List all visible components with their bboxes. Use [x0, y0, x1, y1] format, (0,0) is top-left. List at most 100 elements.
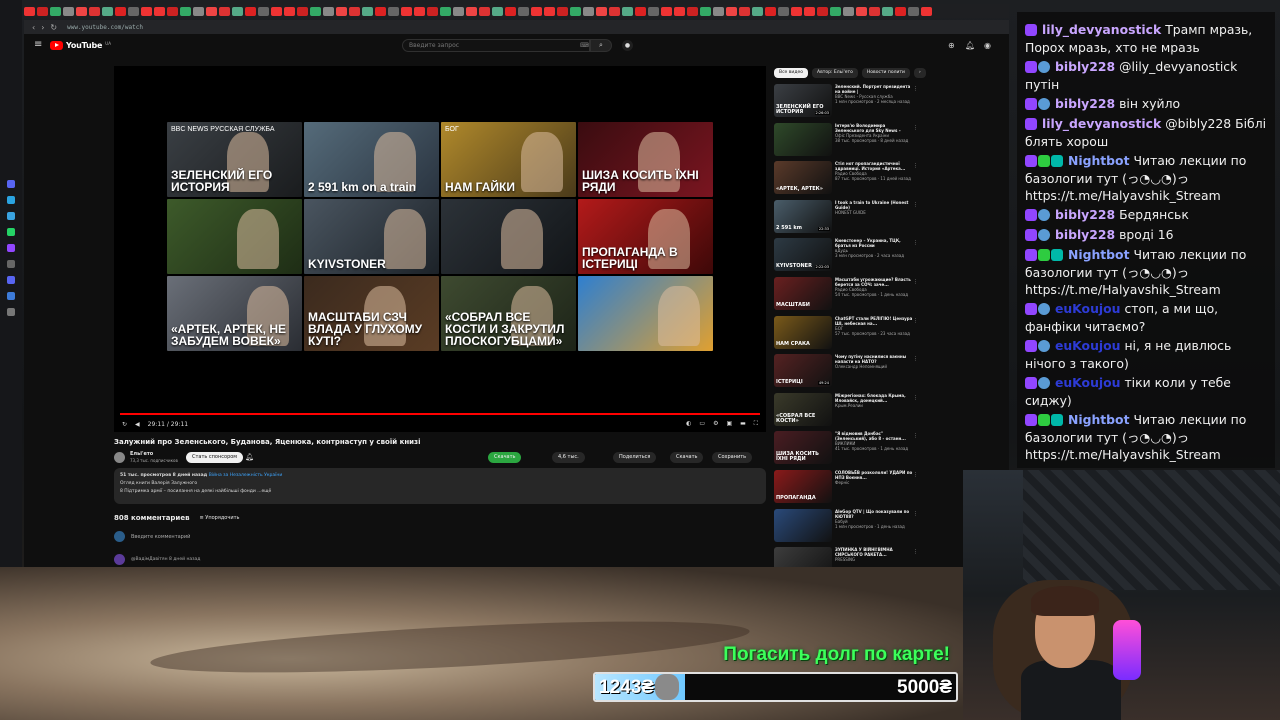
recommendation-item[interactable]: «СОБРАЛ ВСЕ КОСТИ» Міжрегіонах: блокада К…	[774, 392, 918, 432]
youtube-logo[interactable]: YouTube UA	[50, 41, 111, 50]
browser-tab[interactable]	[349, 6, 360, 16]
more-options-icon[interactable]: ⋮	[913, 279, 918, 285]
browser-tab[interactable]	[284, 6, 295, 16]
chat-username[interactable]: lily_devyanostick	[1042, 116, 1161, 131]
browser-tab[interactable]	[323, 6, 334, 16]
browser-tab[interactable]	[531, 6, 542, 16]
filter-chip[interactable]: Все видео	[774, 68, 808, 78]
download-button[interactable]: Скачать	[488, 452, 522, 463]
recommendation-title[interactable]: Киевстонер – Украина, ТЦК, братья из Рос…	[835, 238, 913, 248]
chat-username[interactable]: euKoujou	[1055, 375, 1121, 390]
browser-tab[interactable]	[245, 6, 256, 16]
chat-username[interactable]: euKoujou	[1055, 301, 1121, 316]
recommendation-thumbnail[interactable]: ІСТЕРИЦІ 49:24	[774, 354, 832, 388]
description-box[interactable]: 51 тыс. просмотров 8 дней назад Війна за…	[114, 468, 766, 504]
recommendation-item[interactable]: AleGop QTV | Що показували по КЮТ88? Бабу…	[774, 508, 918, 548]
browser-tab[interactable]	[167, 6, 178, 16]
browser-tab[interactable]	[752, 6, 763, 16]
recommendation-item[interactable]: ПРОПАГАНДА СОЛОВЬЁВ розкололи! УДАРИ по Н…	[774, 469, 918, 509]
download-video-button[interactable]: Скачать	[670, 452, 704, 463]
recommendation-item[interactable]: ЗЕЛЕНСКИЙ ЕГО ИСТОРИЯ 2:26:03 Зеленский. П…	[774, 84, 918, 123]
volume-icon[interactable]: ◀	[135, 421, 140, 428]
browser-tab[interactable]	[102, 6, 113, 16]
recommendation-title[interactable]: ЗУПИНКА У ВІЙНІ!ВІМНА СИРСЬКОГО РАКЕТА..…	[835, 547, 913, 557]
recommendation-item[interactable]: МАСШТАБИ Масштаби угрожающие? Власть бере…	[774, 276, 918, 316]
subscribe-bell-icon[interactable]: 🔔︎	[245, 453, 254, 461]
chat-username[interactable]: bibly228	[1055, 96, 1115, 111]
telegram-icon[interactable]	[7, 196, 15, 204]
browser-tab[interactable]	[154, 6, 165, 16]
voice-search-icon[interactable]: ●	[622, 40, 633, 51]
subtitles-icon[interactable]: ▭	[699, 420, 705, 428]
recommendation-item[interactable]: НАМ СРАКА ChatGPT стали РЕЛІГІЮ! Цензура …	[774, 315, 918, 355]
browser-tab[interactable]	[882, 6, 893, 16]
address-bar[interactable]: ‹ › ↻ www.youtube.com/watch	[24, 20, 1009, 34]
browser-tab[interactable]	[50, 6, 61, 16]
hamburger-menu-icon[interactable]: ≡	[34, 40, 44, 50]
browser-tab[interactable]	[76, 6, 87, 16]
share-button[interactable]: Поделиться	[613, 452, 657, 463]
browser-tab[interactable]	[739, 6, 750, 16]
miniplayer-icon[interactable]: ▣	[726, 420, 732, 428]
recommendation-item[interactable]: ІСТЕРИЦІ 49:24 Чому путіну наснилися ваєнн…	[774, 354, 918, 393]
recommendation-item[interactable]: ШИЗА КОСИТЬ ЇХНІ РЯДИ "Я відмовив Донбас"…	[774, 431, 918, 470]
chat-username[interactable]: bibly228	[1055, 227, 1115, 242]
browser-tab[interactable]	[89, 6, 100, 16]
more-options-icon[interactable]: ⋮	[913, 472, 918, 478]
more-options-icon[interactable]: ⋮	[913, 240, 918, 246]
recommendation-item[interactable]: KYIVSTONER 2:22:03 Киевстонер – Украина, Т…	[774, 238, 918, 277]
browser-tab[interactable]	[453, 6, 464, 16]
autoplay-toggle[interactable]: ◐	[686, 420, 691, 428]
channel-name[interactable]: Ельі'ето	[130, 451, 153, 457]
more-options-icon[interactable]: ⋮	[913, 511, 918, 517]
theater-icon[interactable]: ▬	[740, 420, 746, 428]
recommendation-title[interactable]: СОЛОВЬЁВ розкололи! УДАРИ по НПЗ Воєння.…	[835, 470, 913, 480]
more-options-icon[interactable]: ⋮	[913, 86, 918, 92]
more-options-icon[interactable]: ⋮	[913, 395, 918, 401]
recommendation-thumbnail[interactable]	[774, 122, 832, 156]
browser-tab[interactable]	[193, 6, 204, 16]
browser-tab[interactable]	[648, 6, 659, 16]
browser-tab[interactable]	[24, 6, 35, 16]
channel-avatar[interactable]	[114, 452, 125, 463]
browser-tab[interactable]	[843, 6, 854, 16]
more-options-icon[interactable]: ⋮	[913, 318, 918, 324]
browser-tab[interactable]	[219, 6, 230, 16]
browser-tab[interactable]	[557, 6, 568, 16]
x-icon[interactable]	[7, 260, 15, 268]
forward-icon[interactable]: ›	[41, 23, 44, 32]
browser-tab[interactable]	[206, 6, 217, 16]
recommendation-item[interactable]: ЗУПИНКА У ВІЙНІ!ВІМНА СИРСЬКОГО РАКЕТА..…	[774, 547, 918, 567]
recommendation-item[interactable]: 2 591 km 22:33 I took a train to Ukraine (…	[774, 199, 918, 239]
filter-chip[interactable]: Автор: Ельі'ето	[811, 68, 858, 78]
browser-tab[interactable]	[765, 6, 776, 16]
chat-username[interactable]: Nightbot	[1068, 153, 1130, 168]
recommendation-thumbnail[interactable]: «АРТЕК, АРТЕК»	[774, 161, 832, 195]
chevron-right-icon[interactable]: ›	[913, 68, 926, 78]
discord-icon[interactable]	[7, 180, 15, 188]
browser-tab[interactable]	[440, 6, 451, 16]
browser-tab[interactable]	[414, 6, 425, 16]
replay-icon[interactable]: ↻	[122, 421, 127, 428]
browser-tab[interactable]	[492, 6, 503, 16]
browser-tab[interactable]	[466, 6, 477, 16]
recommendation-title[interactable]: Зеленский. Портрет президента на войне |	[835, 84, 913, 94]
more-options-icon[interactable]: ⋮	[913, 356, 918, 362]
browser-tab[interactable]	[869, 6, 880, 16]
browser-tab[interactable]	[180, 6, 191, 16]
more-options-icon[interactable]: ⋮	[913, 202, 918, 208]
browser-tab[interactable]	[791, 6, 802, 16]
browser-tab[interactable]	[622, 6, 633, 16]
notifications-icon[interactable]: 🔔︎	[965, 41, 975, 50]
chat-username[interactable]: bibly228	[1055, 59, 1115, 74]
browser-tab[interactable]	[856, 6, 867, 16]
browser-tab[interactable]	[505, 6, 516, 16]
chat-username[interactable]: Nightbot	[1068, 412, 1130, 427]
browser-tab[interactable]	[661, 6, 672, 16]
browser-tab[interactable]	[804, 6, 815, 16]
back-icon[interactable]: ‹	[32, 23, 35, 32]
browser-tab[interactable]	[401, 6, 412, 16]
browser-tab[interactable]	[37, 6, 48, 16]
recommendation-title[interactable]: Масштаби угрожающие? Власть берется за С…	[835, 277, 913, 287]
browser-tab[interactable]	[570, 6, 581, 16]
